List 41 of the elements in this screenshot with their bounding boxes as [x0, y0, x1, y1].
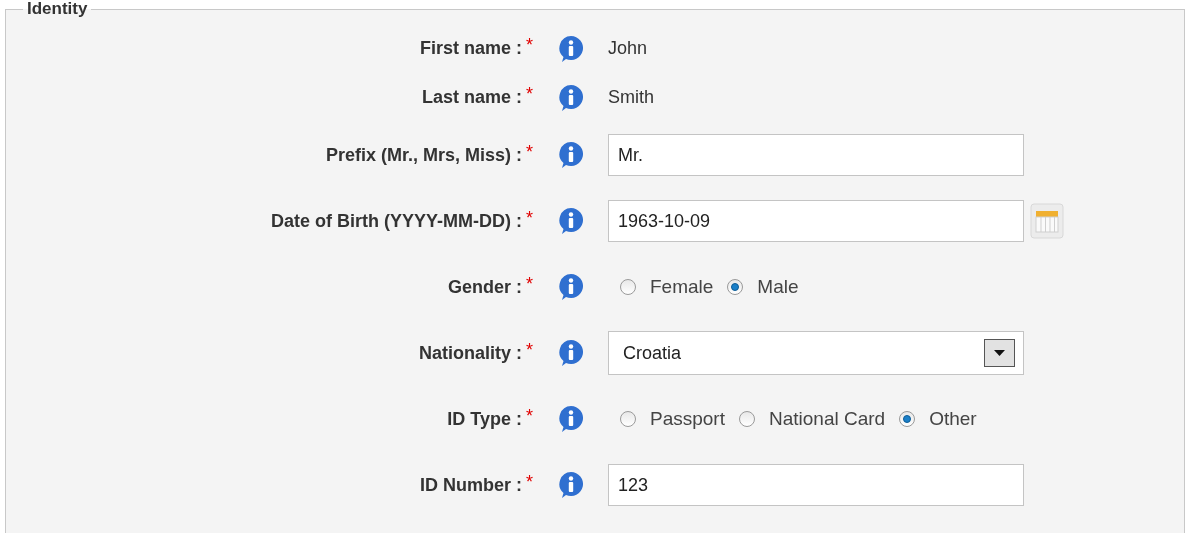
field-label: Date of Birth (YYYY-MM-DD) : — [271, 209, 522, 233]
field-label: Nationality : — [419, 341, 522, 365]
info-icon[interactable] — [558, 405, 584, 433]
field-value: Smith — [608, 86, 654, 109]
required-asterisk: * — [525, 272, 534, 296]
input-field[interactable]: Mr. — [608, 134, 1024, 176]
info-icon[interactable] — [558, 83, 584, 112]
field-label: Gender : — [448, 275, 522, 299]
required-asterisk: * — [525, 470, 534, 494]
radio-label[interactable]: Passport — [650, 404, 725, 434]
info-icon[interactable] — [558, 339, 584, 367]
info-icon[interactable] — [558, 471, 584, 499]
input-field[interactable]: 123 — [608, 464, 1024, 506]
field-value: John — [608, 37, 648, 60]
radio-button[interactable] — [727, 279, 744, 295]
select-field[interactable]: Croatia — [608, 331, 1024, 375]
required-asterisk: * — [525, 404, 534, 428]
radio-label[interactable]: Other — [929, 404, 977, 434]
field-label: First name : — [419, 37, 522, 60]
required-asterisk: * — [525, 338, 534, 362]
date-field[interactable]: 1963-10-09 — [608, 200, 1024, 242]
radio-label[interactable]: Male — [757, 272, 799, 302]
info-icon[interactable] — [558, 141, 584, 169]
section-legend: Identity — [23, 0, 92, 18]
radio-button[interactable] — [899, 411, 916, 427]
field-label: ID Number : — [420, 473, 522, 497]
radio-button[interactable] — [620, 411, 636, 427]
radio-label[interactable]: National Card — [769, 404, 886, 434]
field-label: Last name : — [421, 86, 522, 109]
required-asterisk: * — [525, 83, 534, 106]
info-icon[interactable] — [558, 34, 584, 63]
radio-button[interactable] — [620, 279, 636, 295]
required-asterisk: * — [525, 34, 534, 57]
required-asterisk: * — [525, 206, 534, 230]
radio-label[interactable]: Female — [650, 272, 714, 302]
field-label: Prefix (Mr., Mrs, Miss) : — [325, 143, 522, 167]
info-icon[interactable] — [558, 273, 584, 301]
radio-button[interactable] — [739, 411, 755, 427]
field-label: ID Type : — [447, 407, 522, 431]
info-icon[interactable] — [558, 207, 584, 235]
required-asterisk: * — [525, 140, 534, 164]
